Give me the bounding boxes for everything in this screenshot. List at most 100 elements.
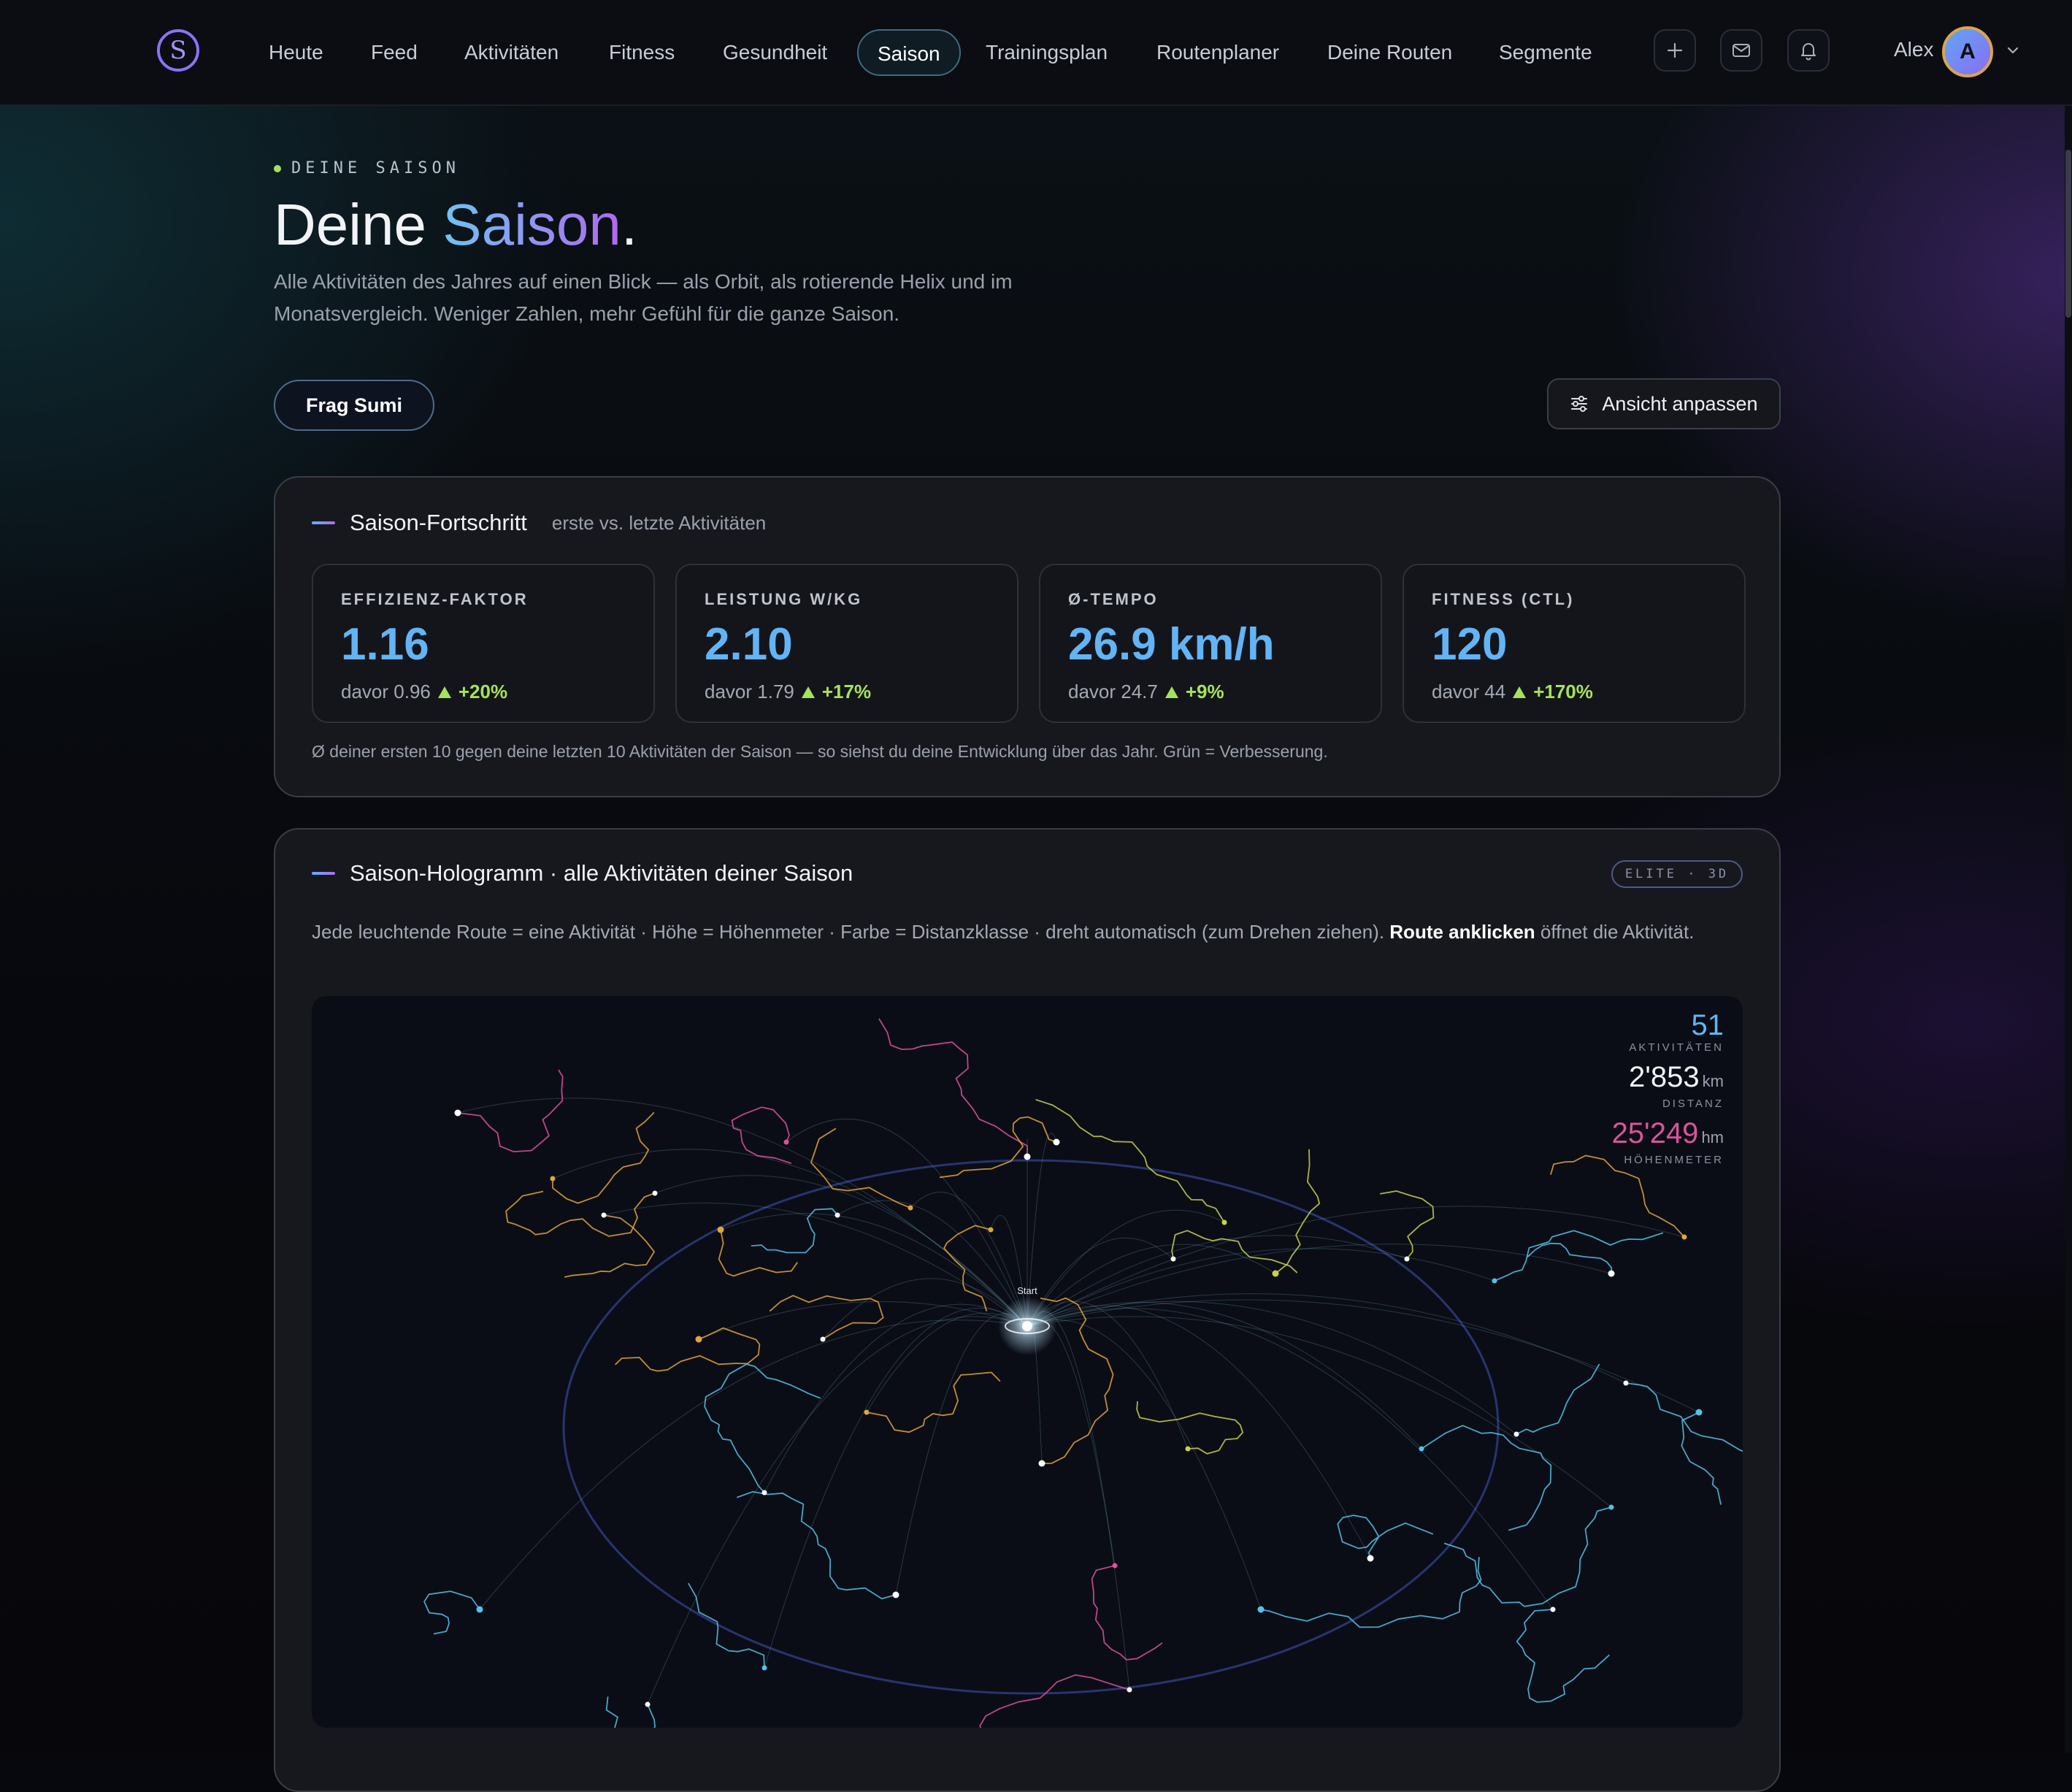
route-connector-line bbox=[1027, 1302, 1422, 1450]
activity-route[interactable] bbox=[1516, 1363, 1600, 1435]
scrollbar-thumb[interactable] bbox=[2065, 150, 2071, 318]
nav-item-segmente[interactable]: Segmente bbox=[1499, 29, 1592, 76]
route-connector-line bbox=[822, 1278, 1028, 1340]
activity-route[interactable] bbox=[751, 1208, 838, 1254]
app-logo[interactable]: S bbox=[157, 29, 199, 72]
route-endpoint-dot bbox=[1257, 1606, 1265, 1613]
season-progress-card: Saison-Fortschritt erste vs. letzte Akti… bbox=[274, 476, 1781, 797]
activity-route[interactable] bbox=[736, 1490, 897, 1600]
route-connector-line bbox=[837, 1200, 1028, 1327]
stat-before: davor 1.79 bbox=[705, 681, 794, 702]
route-endpoint-dot bbox=[695, 1336, 702, 1343]
nav-item-deine-routen[interactable]: Deine Routen bbox=[1327, 29, 1452, 76]
page-title: Deine Saison. bbox=[274, 191, 637, 259]
eyebrow-text: DEINE SAISON bbox=[291, 159, 460, 177]
nav-item-trainingsplan[interactable]: Trainingsplan bbox=[986, 29, 1108, 76]
activity-route[interactable] bbox=[1380, 1190, 1435, 1260]
progress-footnote: Ø deiner ersten 10 gegen deine letzten 1… bbox=[312, 742, 1328, 761]
activity-route[interactable] bbox=[423, 1590, 480, 1635]
stat-card-power: LEISTUNG W/KG 2.10 davor 1.79 +17% bbox=[675, 564, 1018, 723]
route-endpoint-dot bbox=[1492, 1278, 1497, 1284]
activity-route[interactable] bbox=[1171, 1230, 1298, 1274]
activity-route[interactable] bbox=[1443, 1506, 1612, 1607]
activity-route[interactable] bbox=[731, 1106, 792, 1164]
nav-item-heute[interactable]: Heute bbox=[269, 29, 323, 76]
ask-sumi-button[interactable]: Frag Sumi bbox=[274, 380, 435, 431]
activity-route[interactable] bbox=[688, 1582, 765, 1669]
scrollbar-track[interactable] bbox=[2065, 106, 2072, 1753]
nav-item-routenplaner[interactable]: Routenplaner bbox=[1156, 29, 1279, 76]
nav-item-gesundheit[interactable]: Gesundheit bbox=[723, 29, 827, 76]
activity-route[interactable] bbox=[1625, 1382, 1743, 1482]
nav-item-fitness[interactable]: Fitness bbox=[609, 29, 675, 76]
activity-route[interactable] bbox=[1275, 1149, 1321, 1274]
activity-route[interactable] bbox=[1337, 1515, 1434, 1559]
stat-value: 26.9 km/h bbox=[1068, 619, 1275, 670]
top-navigation-bar: S Heute Feed Aktivitäten Fitness Gesundh… bbox=[0, 0, 2072, 106]
route-endpoint-dot bbox=[1221, 1219, 1227, 1225]
add-button[interactable] bbox=[1654, 29, 1696, 72]
stat-before: davor 0.96 bbox=[341, 681, 431, 702]
route-endpoint-dot bbox=[783, 1139, 789, 1145]
route-connector-line bbox=[1027, 1311, 1130, 1690]
route-connector-line bbox=[895, 1313, 1028, 1596]
activity-route[interactable] bbox=[457, 1069, 564, 1152]
activity-route[interactable] bbox=[1091, 1565, 1163, 1661]
stat-delta: +20% bbox=[458, 681, 508, 702]
distance-unit: km bbox=[1702, 1072, 1724, 1090]
route-endpoint-dot bbox=[864, 1409, 870, 1415]
elevation-label: HÖHENMETER bbox=[1624, 1154, 1724, 1166]
user-name[interactable]: Alex bbox=[1894, 38, 1933, 61]
activity-route[interactable] bbox=[1516, 1609, 1611, 1703]
notifications-button[interactable] bbox=[1787, 29, 1830, 72]
route-endpoint-dot bbox=[1681, 1234, 1687, 1240]
stat-meta: davor 24.7 +9% bbox=[1068, 681, 1381, 703]
route-endpoint-dot bbox=[1419, 1446, 1424, 1452]
activity-route[interactable] bbox=[810, 1127, 911, 1209]
activity-route[interactable] bbox=[939, 1116, 1057, 1179]
route-endpoint-dot bbox=[601, 1212, 607, 1218]
activity-route[interactable] bbox=[1136, 1401, 1243, 1455]
route-endpoint-dot bbox=[1053, 1138, 1060, 1146]
route-connector-line bbox=[1027, 1244, 1612, 1327]
nav-item-aktivitaeten[interactable]: Aktivitäten bbox=[464, 29, 559, 76]
route-endpoint-dot bbox=[820, 1336, 826, 1342]
activity-route[interactable] bbox=[505, 1190, 656, 1237]
stat-delta: +170% bbox=[1533, 681, 1593, 702]
route-endpoint-dot bbox=[1608, 1504, 1614, 1510]
activity-route[interactable] bbox=[564, 1214, 655, 1278]
activity-route[interactable] bbox=[552, 1111, 655, 1204]
activity-route[interactable] bbox=[878, 1018, 1028, 1157]
routes-layer[interactable] bbox=[423, 1018, 1743, 1728]
activity-route[interactable] bbox=[1260, 1557, 1482, 1628]
route-connector-line bbox=[1027, 1308, 1554, 1610]
activity-route[interactable] bbox=[940, 1674, 1130, 1728]
route-connector-line bbox=[1027, 1293, 1627, 1384]
route-endpoint-dot bbox=[1038, 1460, 1045, 1467]
user-avatar[interactable]: A bbox=[1942, 26, 1993, 77]
route-endpoint-dot bbox=[1185, 1446, 1191, 1452]
route-hologram[interactable]: Start bbox=[312, 996, 1743, 1728]
activity-route[interactable] bbox=[614, 1327, 761, 1372]
route-endpoint-dot bbox=[1513, 1431, 1519, 1437]
nav-item-feed[interactable]: Feed bbox=[371, 29, 418, 76]
activity-route[interactable] bbox=[605, 1696, 656, 1728]
nav-item-saison[interactable]: Saison bbox=[857, 29, 961, 76]
route-endpoint-dot bbox=[892, 1591, 899, 1598]
activity-route[interactable] bbox=[1421, 1425, 1552, 1531]
route-endpoint-dot bbox=[645, 1701, 651, 1707]
stat-meta: davor 0.96 +20% bbox=[341, 681, 653, 703]
route-endpoint-dot bbox=[652, 1190, 658, 1196]
stat-delta: +17% bbox=[821, 681, 872, 702]
activity-route[interactable] bbox=[704, 1363, 821, 1493]
messages-button[interactable] bbox=[1720, 29, 1762, 72]
adjust-view-button[interactable]: Ansicht anpassen bbox=[1547, 378, 1781, 429]
route-endpoint-dot bbox=[550, 1176, 556, 1182]
hologram-stats: 51 AKTIVITÄTEN 2'853 km DISTANZ 25'249 hm … bbox=[1612, 1009, 1724, 1173]
route-endpoint-dot bbox=[1127, 1687, 1132, 1693]
page-description: Alle Aktivitäten des Jahres auf einen Bl… bbox=[274, 270, 1013, 325]
activity-route[interactable] bbox=[1527, 1242, 1613, 1274]
distance-value-row: 2'853 km bbox=[1612, 1061, 1724, 1098]
hologram-3d-view[interactable]: Start 51 AKTIVITÄTEN 2'853 km DISTANZ 25'… bbox=[312, 996, 1743, 1728]
chevron-down-icon[interactable] bbox=[2005, 42, 2021, 58]
